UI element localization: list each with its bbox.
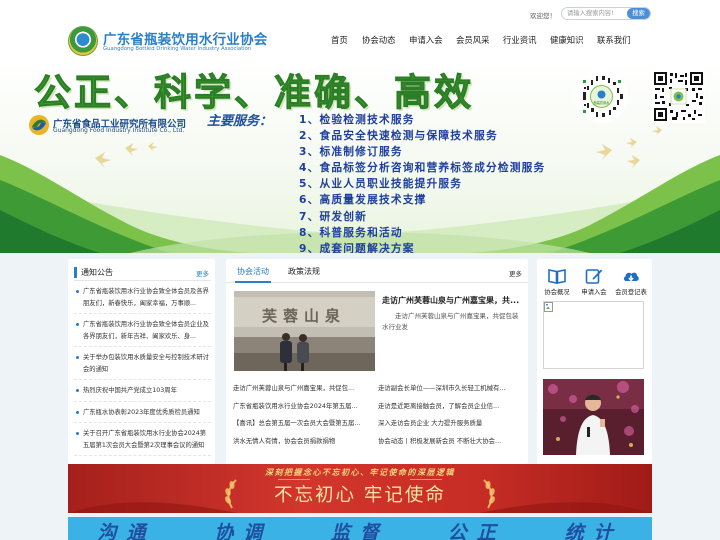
search-input[interactable] <box>562 8 628 19</box>
value-word: 监督 <box>330 522 389 540</box>
notice-item[interactable]: 广东省瓶装饮用水行业协会致全体会员及各界朋友们，新春快乐，阖家幸福，万事顺... <box>74 285 211 314</box>
quick-link-label: 申请入会 <box>581 289 607 296</box>
featured-news-summary: 走访广州芙蓉山泉与广州嘉宝果，共促包装水行业发 <box>382 312 519 331</box>
welcome-text: 欢迎您！ <box>530 12 556 20</box>
notice-item[interactable]: 关于召开广东省瓶装饮用水行业协会2024第五届第1次会员大会暨第2次理事会议的通… <box>74 427 211 456</box>
featured-news-title[interactable]: 走访广州芙蓉山泉与广州嘉宝果，共... <box>382 295 522 306</box>
page: 广东省瓶装饮用水行业协会 Guangdong Bottled Drinking … <box>0 0 720 540</box>
service-item: 7、研发创新 <box>299 209 368 223</box>
nav-item-health[interactable]: 健康知识 <box>550 34 597 46</box>
institute-name-en: Guangdong Food Industry Institute Co., L… <box>53 127 185 134</box>
service-item: 4、食品标签分析咨询和营养标签成分检测服务 <box>299 161 546 175</box>
mini-program-code-icon: 瓶装饮用水 <box>575 70 628 123</box>
news-row: 洪水无情人有情，协会会员捐款捐物 协会动态丨积极发展新会员 不断壮大协会... <box>233 433 523 451</box>
news-row: 【喜讯】总会第五届一次会员大会暨第五届... 深入走访会员企业 大力提升服务质量 <box>233 415 523 433</box>
news-item[interactable]: 走访广州芙蓉山泉与广州嘉宝果，共促包... <box>233 380 378 398</box>
site-title[interactable]: 广东省瓶装饮用水行业协会 <box>103 28 267 48</box>
news-item[interactable]: 走访是近距离接触会员，了解会员企业信... <box>378 398 523 416</box>
edit-icon <box>585 269 603 284</box>
search-button[interactable]: 搜索 <box>627 8 650 19</box>
nav-item-news[interactable]: 协会动态 <box>362 34 409 46</box>
quick-link-label: 协会概况 <box>544 289 570 296</box>
qr-code-icon <box>652 70 705 123</box>
banner-rule-right <box>410 479 442 480</box>
news-item[interactable]: 走访副会长单位——深圳市久长轻工机械有... <box>378 380 523 398</box>
featured-photo: 芙蓉山泉 <box>234 291 375 371</box>
news-list: 走访广州芙蓉山泉与广州嘉宝果，共促包... 走访副会长单位——深圳市久长轻工机械… <box>233 380 523 450</box>
notice-panel: 通知公告 更多 广东省瓶装饮用水行业协会致全体会员及各界朋友们，新春快乐，阖家幸… <box>68 259 215 464</box>
search-box: 搜索 <box>561 7 651 20</box>
side-image-placeholder[interactable] <box>543 301 644 369</box>
notice-header: 通知公告 更多 <box>74 265 211 281</box>
notice-item[interactable]: 广东瓶水协表彰2023年度优秀质检员通知 <box>74 406 211 423</box>
service-item: 9、成套问题解决方案 <box>299 241 415 253</box>
news-row: 走访广州芙蓉山泉与广州嘉宝果，共促包... 走访副会长单位——深圳市久长轻工机械… <box>233 380 523 398</box>
notice-more-link[interactable]: 更多 <box>196 268 209 278</box>
cloud-download-icon <box>623 272 639 282</box>
association-logo-icon[interactable] <box>68 26 98 56</box>
nav-item-contact[interactable]: 联系我们 <box>597 34 644 46</box>
nav-item-join[interactable]: 申请入会 <box>409 34 456 46</box>
quick-links-panel: 协会概况 申请入会 会员登记表 <box>537 259 652 464</box>
notice-title: 通知公告 <box>81 268 113 277</box>
service-item: 3、标准制修订服务 <box>299 145 403 159</box>
notice-item[interactable]: 热烈庆祝中国共产党成立103周年 <box>74 384 211 402</box>
speaker-photo <box>543 379 644 455</box>
news-tabs: 协会活动 政策法规 更多 <box>226 259 528 283</box>
news-item[interactable]: 深入走访会员企业 大力提升服务质量 <box>378 415 523 433</box>
tab-association-activities[interactable]: 协会活动 <box>235 266 271 283</box>
service-item: 2、食品安全快速检测与保障技术服务 <box>299 129 498 143</box>
service-item: 5、从业人员职业技能提升服务 <box>299 177 463 191</box>
hero-banner[interactable]: 公正、科学、准确、高效 广东省食品工业研究所有限公司 Guangdong Foo… <box>0 60 720 253</box>
notice-item[interactable]: 关于举办包装饮用水质量安全与控制技术研讨会的通知 <box>74 351 211 380</box>
news-more-link[interactable]: 更多 <box>509 268 522 278</box>
qr-badge-text: 瓶装饮用水 <box>594 100 611 105</box>
quick-link-overview[interactable]: 协会概况 <box>539 267 575 301</box>
book-icon <box>548 269 566 284</box>
party-banner-subtitle: 深刻把握念心不忘初心、牢记使命的深层逻辑 <box>265 468 455 477</box>
banner-slogan: 公正、科学、准确、高效 <box>34 71 474 115</box>
news-item[interactable]: 【喜讯】总会第五届一次会员大会暨第五届... <box>233 415 378 433</box>
site-header: 广东省瓶装饮用水行业协会 Guangdong Bottled Drinking … <box>0 0 720 60</box>
quick-link-apply[interactable]: 申请入会 <box>576 267 612 301</box>
value-word: 公正 <box>447 522 506 540</box>
notice-list: 广东省瓶装饮用水行业协会致全体会员及各界朋友们，新春快乐，阖家幸福，万事顺...… <box>74 285 211 460</box>
news-item[interactable]: 协会动态丨积极发展新会员 不断壮大协会... <box>378 433 523 451</box>
values-words: 沟通 协调 监督 公正 统计 <box>68 518 652 540</box>
notice-accent-bar <box>74 267 77 278</box>
quick-link-register-form[interactable]: 会员登记表 <box>613 267 649 301</box>
services-title: 主要服务： <box>207 114 273 129</box>
news-item[interactable]: 洪水无情人有情，协会会员捐款捐物 <box>233 433 378 451</box>
mini-program-code: 瓶装饮用水 <box>575 70 628 123</box>
party-banner-title: 不忘初心 牢记使命 <box>274 485 446 506</box>
service-item: 6、高质量发展技术支撑 <box>299 193 427 207</box>
banner-rule-left <box>278 479 310 480</box>
main-nav: 首页 协会动态 申请入会 会员风采 行业资讯 健康知识 联系我们 <box>331 34 644 46</box>
service-item: 1、检验检测技术服务 <box>299 113 415 126</box>
news-item[interactable]: 广东省瓶装饮用水行业协会2024年第五届... <box>233 398 378 416</box>
nav-item-members[interactable]: 会员风采 <box>456 34 503 46</box>
news-panel: 协会活动 政策法规 更多 芙蓉山泉 走访广州芙蓉山泉与广州嘉宝果，共... 走访… <box>226 259 528 464</box>
wechat-qr-code <box>652 70 705 123</box>
value-word: 协调 <box>214 522 273 540</box>
featured-image-text: 芙蓉山泉 <box>261 307 346 325</box>
news-row: 广东省瓶装饮用水行业协会2024年第五届... 走访是近距离接触会员，了解会员企… <box>233 398 523 416</box>
values-banner: 沟通 协调 监督 公正 统计 <box>68 517 652 540</box>
quick-link-label: 会员登记表 <box>615 289 647 296</box>
side-event-photo[interactable] <box>543 379 644 455</box>
broken-image-icon <box>544 302 553 312</box>
party-banner[interactable]: 深刻把握念心不忘初心、牢记使命的深层逻辑 不忘初心 牢记使命 <box>68 464 652 513</box>
featured-news-image[interactable]: 芙蓉山泉 <box>234 291 375 371</box>
nav-item-home[interactable]: 首页 <box>331 34 362 46</box>
institute-logo-icon <box>29 115 49 135</box>
services-list: 1、检验检测技术服务 2、食品安全快速检测与保障技术服务 3、标准制修订服务 4… <box>299 112 545 253</box>
site-subtitle: Guangdong Bottled Drinking Water Industr… <box>103 46 252 52</box>
tab-policies[interactable]: 政策法规 <box>288 266 320 277</box>
value-word: 沟通 <box>97 522 156 540</box>
service-item: 8、科普服务和活动 <box>299 225 403 239</box>
value-word: 统计 <box>564 522 623 540</box>
nav-item-industry[interactable]: 行业资讯 <box>503 34 550 46</box>
notice-item[interactable]: 广东省瓶装饮用水行业协会致全体会员企业及各界朋友们，新年吉祥、阖家欢乐、身... <box>74 318 211 347</box>
